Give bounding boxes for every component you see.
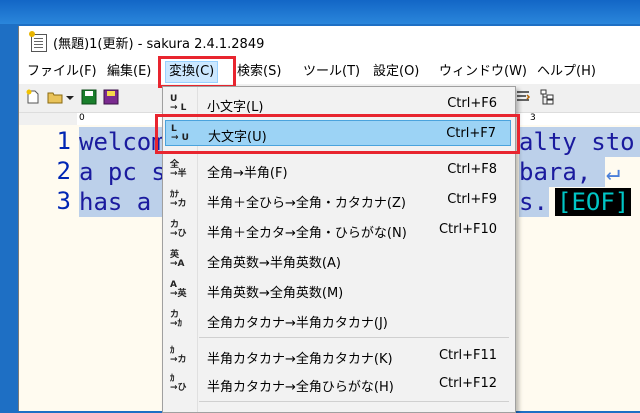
menu-settings[interactable]: 設定(O) bbox=[373, 63, 419, 81]
menu-item-han-kata-to-zen-kata[interactable]: ｶ →カ 半角カタカナ→全角カタカナ(K) Ctrl+F11 bbox=[165, 343, 511, 369]
text-line-3-end: s. bbox=[519, 187, 549, 217]
ruler-mark-0: 0 bbox=[79, 113, 85, 123]
menu-separator bbox=[199, 401, 509, 402]
menu-tools[interactable]: ツール(T) bbox=[303, 63, 360, 81]
to-zen-hiragana-icon: カ →ひ bbox=[170, 220, 187, 239]
menu-file[interactable]: ファイル(F) bbox=[27, 63, 97, 81]
menu-highlight-box bbox=[158, 56, 236, 88]
zen-alnum-to-han-icon: 英 →A bbox=[170, 250, 185, 269]
line-number: 2 bbox=[56, 157, 71, 185]
menu-separator bbox=[199, 337, 509, 338]
han-kata-to-zen-hira-icon: ｶ →ひ bbox=[170, 374, 187, 393]
item-highlight-box bbox=[155, 114, 520, 154]
to-zen-katakana-icon: ｶﾅ →カ bbox=[170, 190, 187, 209]
menu-item-zen-alnum-to-han[interactable]: 英 →A 全角英数→半角英数(A) bbox=[165, 247, 511, 273]
open-dropdown-arrow-icon[interactable] bbox=[65, 89, 75, 105]
menu-help[interactable]: ヘルプ(H) bbox=[537, 63, 596, 81]
zen-kata-to-han-icon: カ →ｶ bbox=[170, 310, 183, 329]
menu-edit[interactable]: 編集(E) bbox=[107, 63, 151, 81]
eof-marker: [EOF] bbox=[555, 188, 632, 216]
title-bar[interactable]: (無題)1(更新) - sakura 2.4.1.2849 bbox=[19, 26, 640, 58]
text-line-3-start: has a bbox=[79, 187, 166, 217]
menu-bar: ファイル(F) 編集(E) 変換(C) 検索(S) ツール(T) 設定(O) ウ… bbox=[19, 58, 640, 84]
text-flow-icon[interactable] bbox=[515, 89, 531, 105]
text-line-2-start: a pc s bbox=[79, 157, 166, 187]
desktop-background bbox=[0, 0, 640, 24]
outline-tree-icon[interactable] bbox=[539, 89, 555, 105]
menu-window[interactable]: ウィンドウ(W) bbox=[439, 63, 527, 81]
open-folder-icon[interactable] bbox=[47, 89, 63, 105]
save-all-icon[interactable] bbox=[103, 89, 119, 105]
menu-item-zen-kata-to-han[interactable]: カ →ｶ 全角カタカナ→半角カタカナ(J) bbox=[165, 307, 511, 333]
lowercase-icon: U → L bbox=[170, 94, 187, 113]
save-icon[interactable] bbox=[81, 89, 97, 105]
text-line-1-start: welcom bbox=[79, 127, 166, 157]
line-number: 1 bbox=[56, 127, 71, 155]
menu-search[interactable]: 検索(S) bbox=[237, 63, 281, 81]
new-file-icon[interactable] bbox=[25, 89, 41, 105]
linebreak-icon: ↵ bbox=[605, 158, 621, 186]
menu-item-zen-to-han[interactable]: 全 →半 全角→半角(F) Ctrl+F8 bbox=[165, 157, 511, 183]
window-title: (無題)1(更新) - sakura 2.4.1.2849 bbox=[53, 37, 265, 52]
line-number-gutter: 1 2 3 bbox=[19, 125, 75, 235]
menu-item-han-kata-to-zen-hira[interactable]: ｶ →ひ 半角カタカナ→全角ひらがな(H) Ctrl+F12 bbox=[165, 371, 511, 397]
ruler-mark-3: 3 bbox=[530, 113, 536, 123]
text-line-1-end: alty sto bbox=[519, 127, 640, 157]
han-alnum-to-zen-icon: A →英 bbox=[170, 280, 187, 299]
line-number: 3 bbox=[56, 187, 71, 215]
menu-item-to-zen-hiragana[interactable]: カ →ひ 半角＋全カタ→全角・ひらがな(N) Ctrl+F10 bbox=[165, 217, 511, 243]
app-notepad-icon bbox=[29, 31, 47, 52]
han-kata-to-zen-kata-icon: ｶ →カ bbox=[170, 346, 187, 365]
zen-to-han-icon: 全 →半 bbox=[170, 160, 187, 179]
text-line-2-end: bara, ↵ bbox=[519, 157, 621, 187]
menu-item-han-alnum-to-zen[interactable]: A →英 半角英数→全角英数(M) bbox=[165, 277, 511, 303]
menu-item-to-zen-katakana[interactable]: ｶﾅ →カ 半角＋全ひら→全角・カタカナ(Z) Ctrl+F9 bbox=[165, 187, 511, 213]
